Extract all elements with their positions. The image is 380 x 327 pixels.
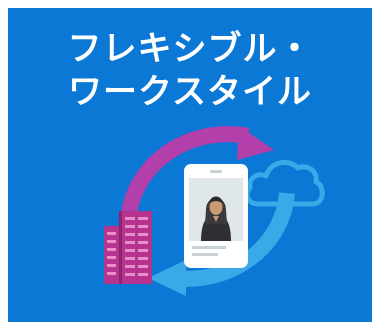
- smartphone-icon: [184, 164, 248, 268]
- flexible-workstyle-illustration: [104, 126, 325, 296]
- banner-card: フレキシブル・ ワークスタイル: [8, 8, 372, 322]
- office-building-icon: [104, 211, 152, 284]
